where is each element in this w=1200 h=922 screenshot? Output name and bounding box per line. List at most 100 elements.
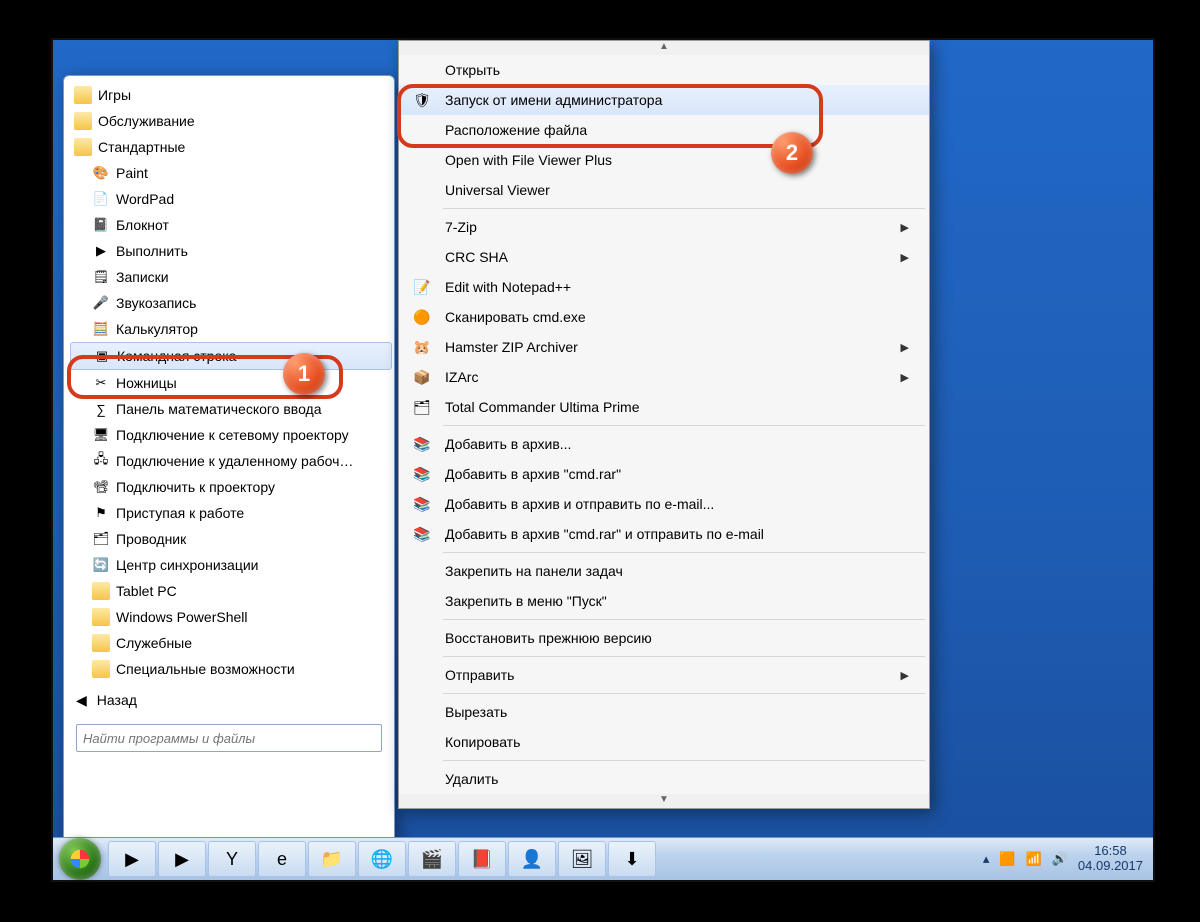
separator [443, 425, 925, 426]
program-wordpad[interactable]: 📄WordPad [70, 186, 392, 212]
folder-label: Специальные возможности [116, 661, 295, 677]
projector-icon: 🖥 [92, 426, 110, 444]
ctx-item[interactable]: 🗂Total Commander Ultima Prime [399, 392, 929, 422]
program-getting-started[interactable]: ⚑ Приступая к работе [70, 500, 392, 526]
ctx-item[interactable]: Открыть [399, 55, 929, 85]
folder-label: Игры [98, 87, 131, 103]
ctx-item[interactable]: 📚Добавить в архив... [399, 429, 929, 459]
folder-service[interactable]: Обслуживание [70, 108, 392, 134]
back-label: Назад [97, 692, 137, 708]
network-icon[interactable]: 📶 [1026, 851, 1042, 867]
flag-icon: ⚑ [92, 504, 110, 522]
ctx-item[interactable]: 7-Zip▶ [399, 212, 929, 242]
folder-accessibility[interactable]: Специальные возможности [70, 656, 392, 682]
program-explorer[interactable]: 🗂Проводник [70, 526, 392, 552]
ctx-item-label: Закрепить на панели задач [445, 563, 909, 579]
scroll-down-arrow[interactable]: ▼ [399, 794, 929, 808]
search-input[interactable] [76, 724, 382, 752]
ctx-item[interactable]: Open with File Viewer Plus [399, 145, 929, 175]
folder-label: Стандартные [98, 139, 185, 155]
taskbar-button[interactable]: ▶ [108, 841, 156, 877]
ctx-item[interactable]: 📝Edit with Notepad++ [399, 272, 929, 302]
tray-icon[interactable]: 🟧 [999, 851, 1015, 867]
ctx-item[interactable]: CRC SHA▶ [399, 242, 929, 272]
program-projector[interactable]: 📽Подключить к проектору [70, 474, 392, 500]
ctx-item-icon: 🗂 [407, 399, 437, 416]
taskbar-button[interactable]: 📕 [458, 841, 506, 877]
folder-games[interactable]: Игры [70, 82, 392, 108]
taskbar-button[interactable]: ▶ [158, 841, 206, 877]
clock[interactable]: 16:58 04.09.2017 [1078, 844, 1143, 874]
volume-icon[interactable]: 🔊 [1052, 851, 1068, 867]
program-label: Звукозапись [116, 295, 196, 311]
ctx-item[interactable]: Восстановить прежнюю версию [399, 623, 929, 653]
program-label: Панель математического ввода [116, 401, 322, 417]
ctx-item[interactable]: Копировать [399, 727, 929, 757]
ctx-item[interactable]: 📚 Добавить в архив и отправить по e-mail.… [399, 489, 929, 519]
projector-icon: 📽 [92, 478, 110, 496]
tray-expand-icon[interactable]: ▴ [983, 851, 990, 867]
program-notepad[interactable]: 📓Блокнот [70, 212, 392, 238]
ctx-item-label: Сканировать cmd.exe [445, 309, 909, 325]
program-soundrec[interactable]: 🎤Звукозапись [70, 290, 392, 316]
ctx-item[interactable]: Вырезать [399, 697, 929, 727]
taskbar-button[interactable]: 🌐 [358, 841, 406, 877]
folder-powershell[interactable]: Windows PowerShell [70, 604, 392, 630]
desktop: Игры Обслуживание Стандартные 🎨Paint 📄Wo… [53, 40, 1153, 880]
ctx-item[interactable]: Удалить [399, 764, 929, 794]
program-label: Приступая к работе [116, 505, 244, 521]
explorer-icon: 🗂 [92, 530, 110, 548]
ctx-item-label: Добавить в архив и отправить по e-mail..… [445, 496, 909, 512]
ctx-item-label: Hamster ZIP Archiver [445, 339, 901, 355]
ctx-item-icon: 📚 [407, 436, 437, 453]
program-run[interactable]: ▶Выполнить [70, 238, 392, 264]
program-mathinput[interactable]: ∑Панель математического ввода [70, 396, 392, 422]
program-rdp[interactable]: 🖧Подключение к удаленному рабоч… [70, 448, 392, 474]
taskbar-button[interactable]: ⬇ [608, 841, 656, 877]
program-netproj[interactable]: 🖥Подключение к сетевому проектору [70, 422, 392, 448]
ctx-item[interactable]: 📦IZArc▶ [399, 362, 929, 392]
program-snip[interactable]: ✂Ножницы [70, 370, 392, 396]
program-paint[interactable]: 🎨Paint [70, 160, 392, 186]
taskbar-button[interactable]: 👤 [508, 841, 556, 877]
submenu-arrow-icon: ▶ [901, 341, 909, 354]
taskbar-button[interactable]: 🖼 [558, 841, 606, 877]
folder-tabletpc[interactable]: Tablet PC [70, 578, 392, 604]
ctx-item[interactable]: Universal Viewer [399, 175, 929, 205]
folder-accessories[interactable]: Стандартные [70, 134, 392, 160]
program-sticky[interactable]: 🗒Записки [70, 264, 392, 290]
ctx-item-label: Удалить [445, 771, 909, 787]
ctx-item[interactable]: Закрепить на панели задач [399, 556, 929, 586]
taskbar-button[interactable]: 🎬 [408, 841, 456, 877]
ctx-item[interactable]: 🛡Запуск от имени администратора [399, 85, 929, 115]
ctx-item[interactable]: 📚Добавить в архив "cmd.rar" и отправить … [399, 519, 929, 549]
program-label: Выполнить [116, 243, 188, 259]
submenu-arrow-icon: ▶ [901, 371, 909, 384]
taskbar-button[interactable]: Y [208, 841, 256, 877]
taskbar-button[interactable]: e [258, 841, 306, 877]
folder-icon [74, 138, 92, 156]
folder-icon [92, 634, 110, 652]
ctx-item[interactable]: Расположение файла [399, 115, 929, 145]
program-calc[interactable]: 🧮Калькулятор [70, 316, 392, 342]
ctx-item-icon: 📚 [407, 496, 437, 513]
ctx-item[interactable]: Закрепить в меню "Пуск" [399, 586, 929, 616]
ctx-item-label: 7-Zip [445, 219, 901, 235]
ctx-item-label: Восстановить прежнюю версию [445, 630, 909, 646]
taskbar-button[interactable]: 📁 [308, 841, 356, 877]
submenu-arrow-icon: ▶ [901, 669, 909, 682]
folder-system[interactable]: Служебные [70, 630, 392, 656]
ctx-item[interactable]: 🟠Сканировать cmd.exe [399, 302, 929, 332]
ctx-item[interactable]: 🐹Hamster ZIP Archiver▶ [399, 332, 929, 362]
taskbar: ▶▶Ye📁🌐🎬📕👤🖼⬇ ▴ 🟧 📶 🔊 16:58 04.09.2017 [53, 837, 1153, 880]
program-cmd[interactable]: ▣Командная строка [70, 342, 392, 370]
separator [443, 552, 925, 553]
start-orb[interactable] [59, 838, 101, 880]
ctx-item[interactable]: 📚Добавить в архив "cmd.rar" [399, 459, 929, 489]
ctx-item-icon: 📚 [407, 526, 437, 543]
back-button[interactable]: ◀ Назад [64, 686, 394, 714]
folder-label: Windows PowerShell [116, 609, 248, 625]
ctx-item[interactable]: Отправить▶ [399, 660, 929, 690]
scroll-up-arrow[interactable]: ▲ [399, 41, 929, 55]
program-sync[interactable]: 🔄Центр синхронизации [70, 552, 392, 578]
